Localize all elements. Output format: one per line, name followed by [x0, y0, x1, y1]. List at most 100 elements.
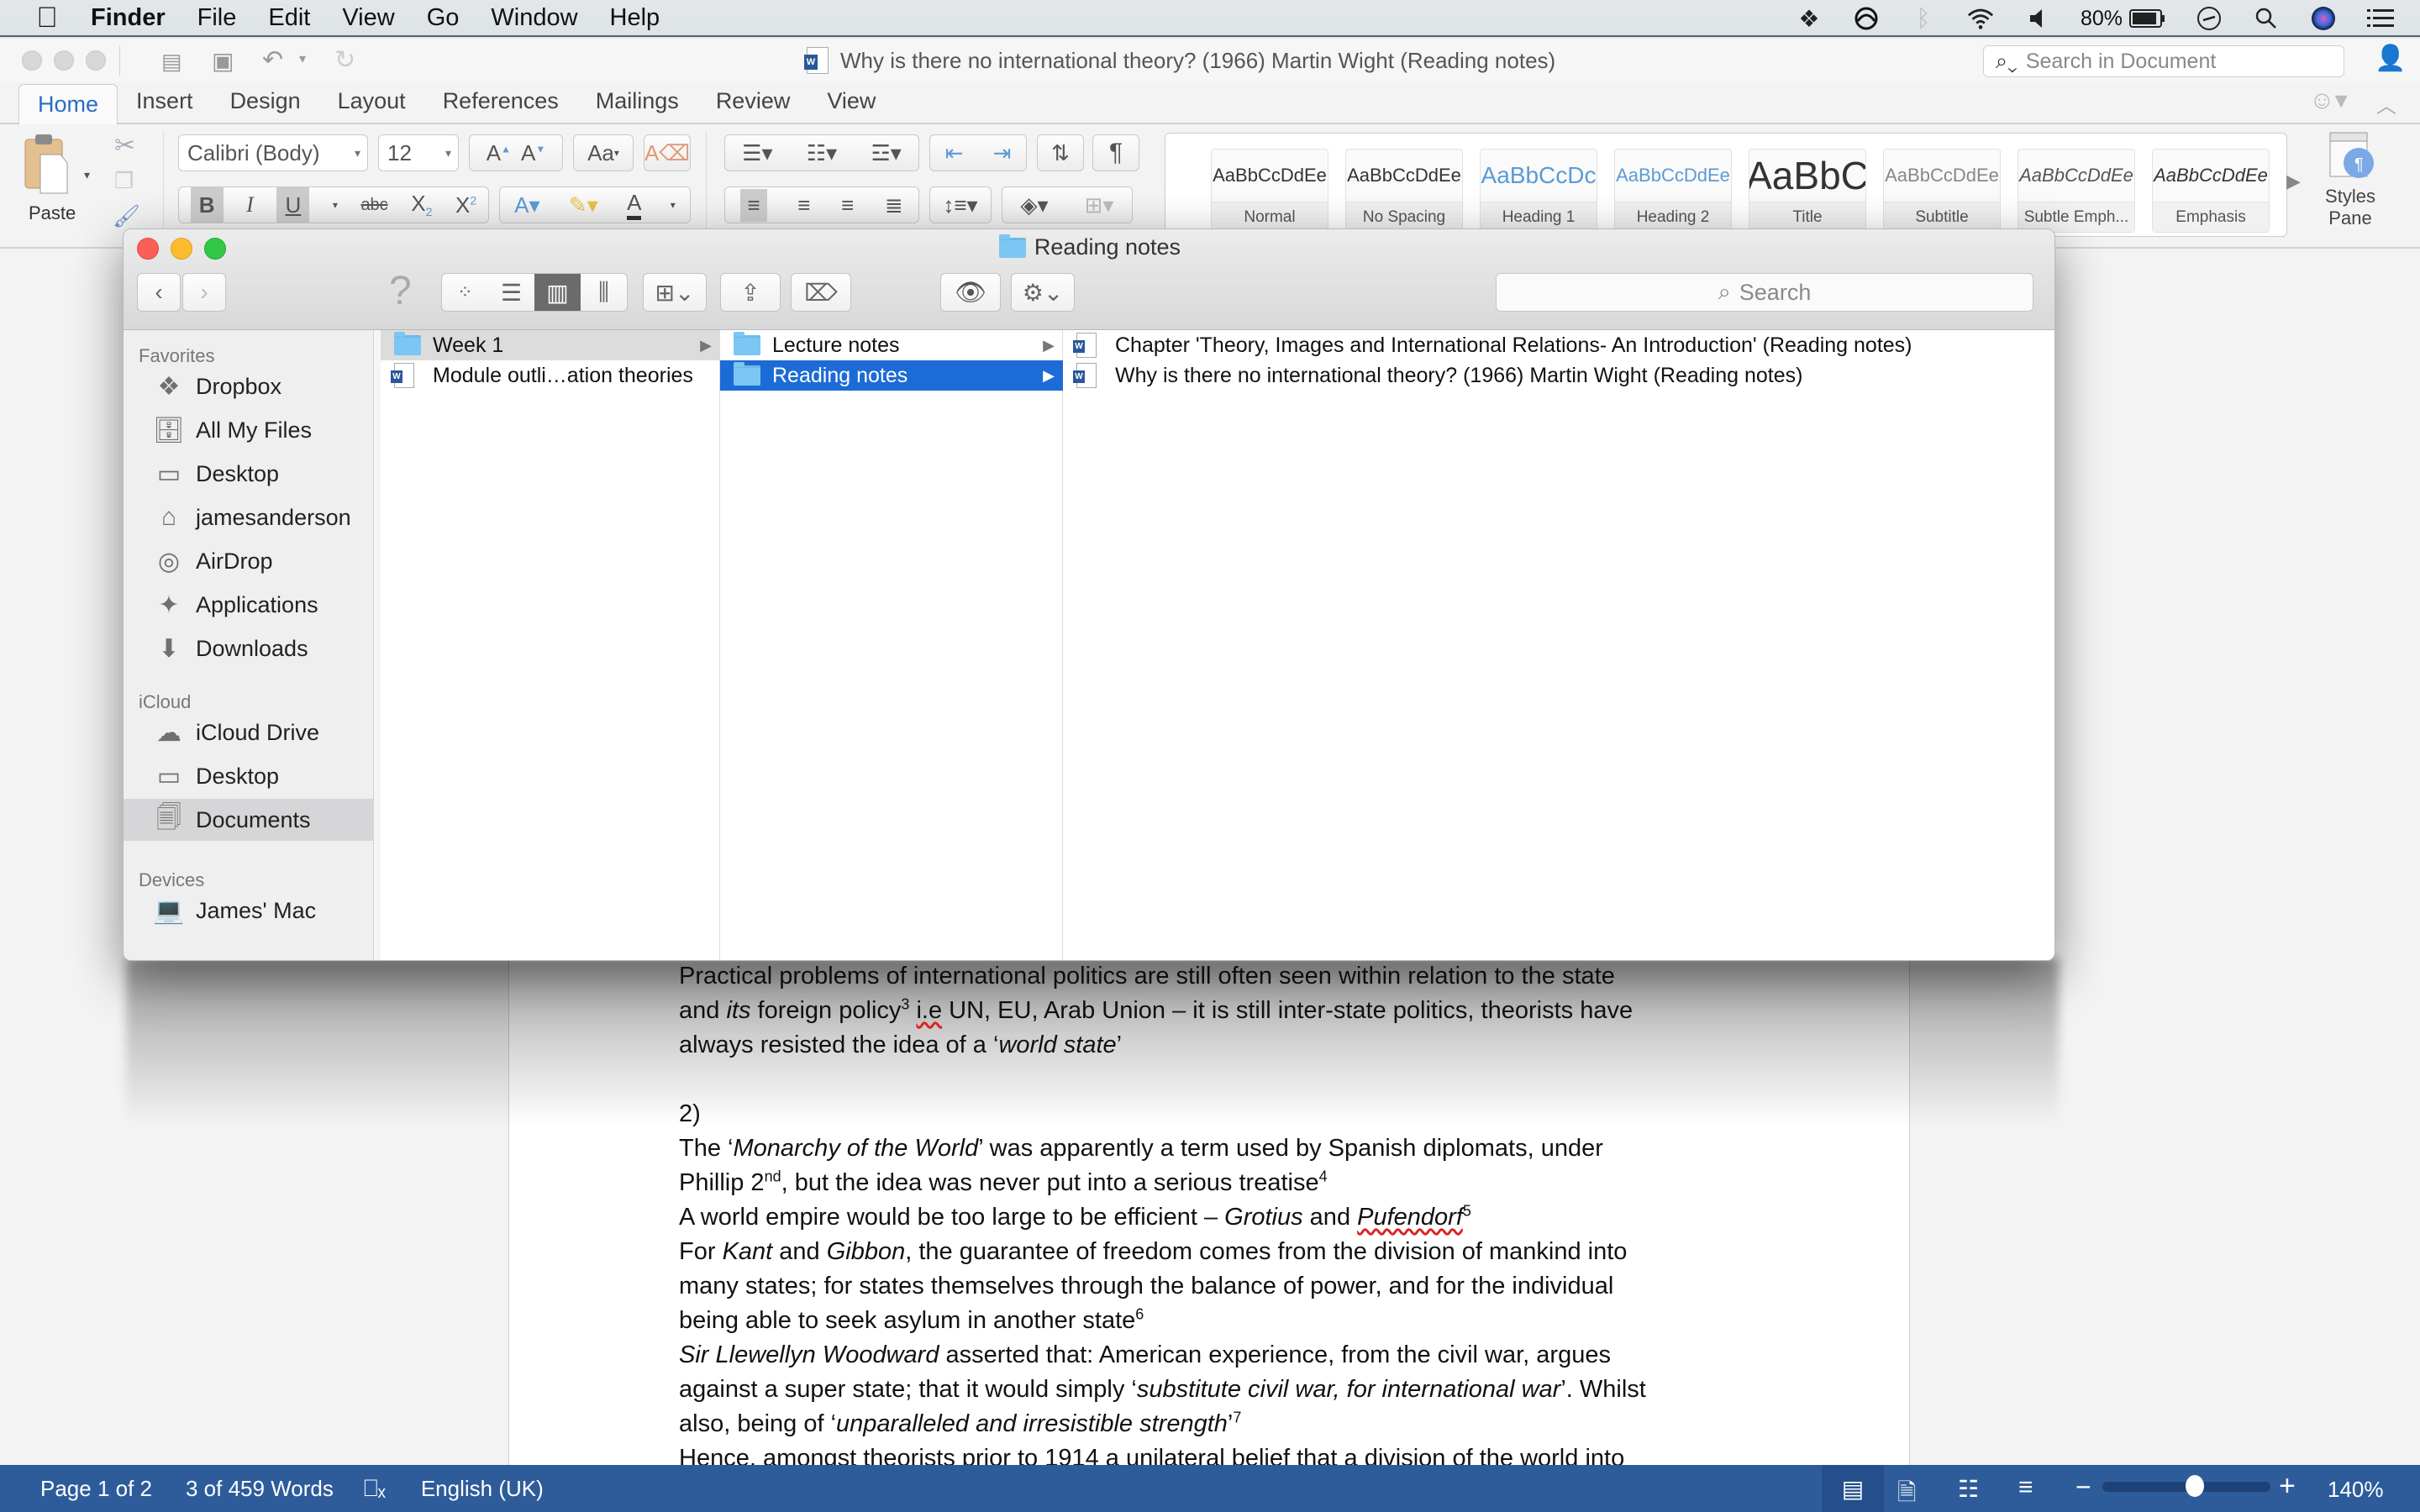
sidebar-item-james-mac[interactable]: 💻 James' Mac — [124, 890, 374, 932]
tab-home[interactable]: Home — [18, 84, 118, 124]
style-heading-1[interactable]: AaBbCcDc Heading 1 — [1480, 149, 1597, 233]
sidebar-item-documents[interactable]: 🗐 Documents — [124, 799, 374, 841]
print-layout-view-icon[interactable]: ▤ — [1822, 1465, 1884, 1512]
font-name-select[interactable]: Calibri (Body) ▾ — [178, 134, 368, 171]
italic-button[interactable]: I — [246, 192, 254, 218]
word-count[interactable]: 3 of 459 Words — [186, 1476, 334, 1502]
help-question-icon[interactable]: ? — [389, 268, 412, 314]
tags-button[interactable]: ⌦ — [791, 273, 851, 312]
wifi-icon[interactable] — [1966, 4, 1995, 33]
list-item-module-outline[interactable]: Module outli…ation theories — [381, 360, 720, 391]
window-minimize-button[interactable] — [54, 50, 74, 71]
bold-button[interactable]: B — [190, 186, 224, 223]
style-no-spacing[interactable]: AaBbCcDdEe No Spacing — [1345, 149, 1463, 233]
dropbox-icon[interactable]: ❖ — [1795, 4, 1823, 33]
menu-view[interactable]: View — [342, 4, 394, 32]
sidebar-item-dropbox[interactable]: ❖ Dropbox — [124, 365, 374, 407]
menu-window[interactable]: Window — [491, 4, 577, 32]
quick-look-button[interactable]: 👁 — [940, 273, 1001, 312]
undo-icon[interactable]: ↶ — [262, 45, 283, 75]
text-effects-button[interactable]: A▾ — [514, 192, 539, 218]
style-heading-2[interactable]: AaBbCcDdEe Heading 2 — [1614, 149, 1732, 233]
subscript-button[interactable]: X2 — [411, 191, 432, 218]
search-in-document-field[interactable]: ⌕⌄ Search in Document — [1983, 45, 2344, 77]
list-item-why-no-international-theory[interactable]: Why is there no international theory? (1… — [1063, 360, 2038, 391]
underline-button[interactable]: U — [276, 186, 310, 223]
font-color-dropdown-icon[interactable]: ▾ — [671, 199, 676, 211]
menu-file[interactable]: File — [197, 4, 237, 32]
clock-icon[interactable] — [2195, 4, 2223, 33]
language[interactable]: English (UK) — [421, 1476, 544, 1502]
bluetooth-icon[interactable]: ᛒ — [1909, 4, 1938, 33]
undo-dropdown-icon[interactable]: ▾ — [299, 50, 306, 67]
align-center-button[interactable]: ≡ — [797, 192, 810, 218]
style-normal[interactable]: AaBbCcDdEe Normal — [1211, 149, 1328, 233]
forward-button[interactable]: › — [182, 273, 226, 312]
outline-view-icon[interactable]: ☷ — [1958, 1475, 1979, 1503]
cut-icon[interactable]: ✂ — [114, 131, 135, 160]
notification-center-icon[interactable] — [2366, 4, 2395, 33]
share-button[interactable]: ⇪ — [720, 273, 781, 312]
styles-gallery-next-icon[interactable]: ▶ — [2286, 171, 2301, 192]
spotlight-icon[interactable] — [2252, 4, 2281, 33]
sidebar-toggle-icon[interactable]: ▤ — [161, 49, 182, 75]
volume-icon[interactable] — [2023, 4, 2052, 33]
tab-mailings[interactable]: Mailings — [577, 88, 697, 123]
siri-icon[interactable] — [2309, 4, 2338, 33]
save-icon[interactable]: ▣ — [212, 47, 234, 75]
tab-insert[interactable]: Insert — [118, 88, 212, 123]
tab-review[interactable]: Review — [697, 88, 809, 123]
style-subtle-emphasis[interactable]: AaBbCcDdEe Subtle Emph... — [2018, 149, 2135, 233]
numbering-button[interactable]: ☷▾ — [807, 140, 837, 166]
borders-button[interactable]: ⊞▾ — [1085, 192, 1114, 218]
sidebar-item-home[interactable]: ⌂ jamesanderson — [124, 496, 374, 538]
paste-button[interactable]: Paste — [22, 131, 89, 232]
menu-help[interactable]: Help — [610, 4, 660, 32]
align-left-button[interactable]: ≡ — [740, 188, 767, 222]
shading-button[interactable]: ◈▾ — [1021, 192, 1049, 218]
sidebar-item-airdrop[interactable]: ◎ AirDrop — [124, 540, 374, 582]
font-size-select[interactable]: 12 ▾ — [378, 134, 459, 171]
window-zoom-button[interactable] — [86, 50, 106, 71]
arrange-button[interactable]: ⊞⌄ — [643, 273, 707, 312]
list-item-reading-notes[interactable]: Reading notes ▶ — [720, 360, 1063, 391]
cover-flow-view-button[interactable]: ⫼ — [581, 279, 627, 307]
tab-view[interactable]: View — [808, 88, 894, 123]
zoom-level[interactable]: 140% — [2328, 1477, 2384, 1503]
superscript-button[interactable]: X2 — [455, 192, 476, 218]
zoom-in-button[interactable]: + — [2279, 1470, 2296, 1503]
column-view-button[interactable]: ▥ — [534, 274, 581, 311]
highlight-button[interactable]: ✎▾ — [569, 192, 598, 218]
page-count[interactable]: Page 1 of 2 — [40, 1476, 152, 1502]
menu-go[interactable]: Go — [427, 4, 460, 32]
feedback-smiley-icon[interactable]: ☺▾ — [2309, 86, 2348, 115]
list-item-week-1[interactable]: Week 1 ▶ — [381, 330, 720, 360]
menu-app-finder[interactable]: Finder — [91, 4, 166, 32]
redo-icon[interactable]: ↻ — [334, 45, 355, 75]
icon-view-button[interactable]: ⁘ — [442, 281, 488, 303]
web-layout-view-icon[interactable]: 🗎 — [1897, 1475, 1917, 1512]
shrink-font-icon[interactable]: A▼ — [521, 140, 545, 166]
list-item-lecture-notes[interactable]: Lecture notes ▶ — [720, 330, 1063, 360]
tab-references[interactable]: References — [424, 88, 577, 123]
list-view-button[interactable]: ☰ — [488, 279, 534, 307]
style-subtitle[interactable]: AaBbCcDdEe Subtitle — [1883, 149, 2001, 233]
increase-indent-button[interactable]: ⇥ — [993, 140, 1012, 166]
bullets-button[interactable]: ☰▾ — [742, 140, 772, 166]
finder-search-field[interactable]: ⌕ Search — [1496, 273, 2033, 312]
zoom-out-button[interactable]: − — [2075, 1472, 2091, 1503]
sidebar-item-icloud-desktop[interactable]: ▭ Desktop — [124, 755, 374, 797]
tab-layout[interactable]: Layout — [319, 88, 424, 123]
document-body[interactable]: Practical problems of international poli… — [679, 959, 1771, 1476]
style-title[interactable]: AaBbC Title — [1749, 149, 1866, 233]
menu-edit[interactable]: Edit — [268, 4, 310, 32]
window-close-button[interactable] — [22, 50, 42, 71]
back-button[interactable]: ‹ — [137, 273, 181, 312]
grow-font-icon[interactable]: A▲ — [487, 140, 511, 166]
action-gear-button[interactable]: ⚙⌄ — [1011, 273, 1075, 312]
share-add-person-icon[interactable]: 👤 — [2375, 44, 2406, 73]
battery-status[interactable]: 80% — [2081, 7, 2166, 31]
multilevel-list-button[interactable]: ☲▾ — [871, 140, 901, 166]
font-color-button[interactable]: A — [627, 190, 642, 220]
style-emphasis[interactable]: AaBbCcDdEe Emphasis — [2152, 149, 2270, 233]
